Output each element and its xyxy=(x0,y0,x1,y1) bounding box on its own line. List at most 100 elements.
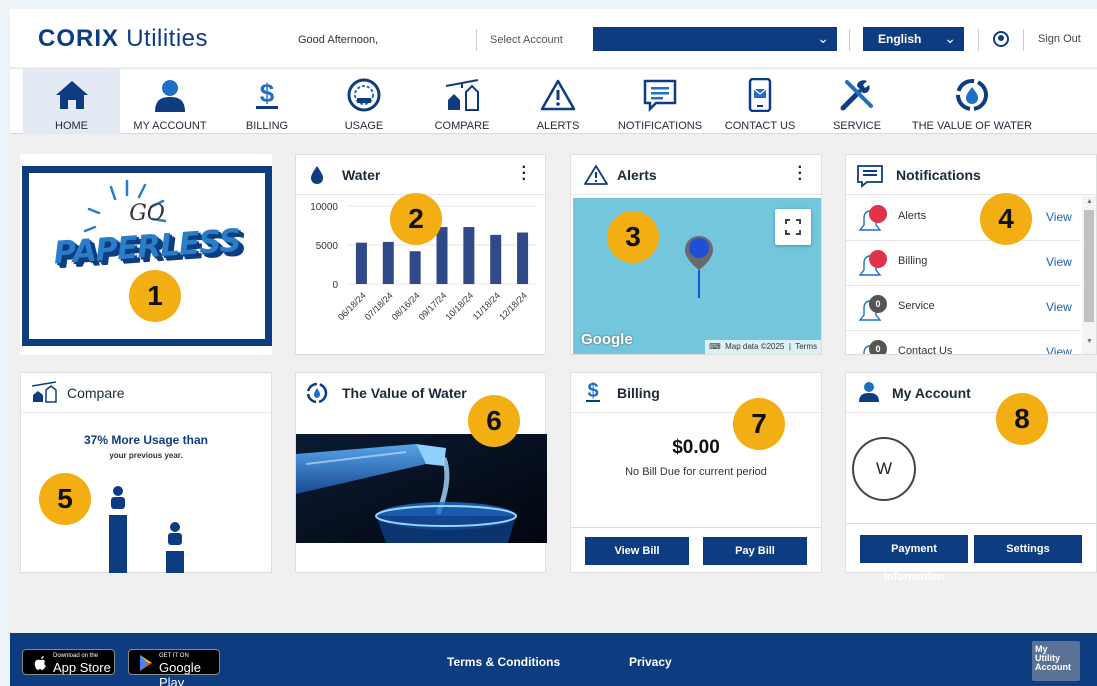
alert-triangle-icon xyxy=(583,164,609,191)
fullscreen-button[interactable] xyxy=(775,209,811,245)
x-tick-label: 11/18/24 xyxy=(471,290,502,321)
step-badge-3: 3 xyxy=(607,211,659,263)
account-select[interactable]: ⌄ xyxy=(593,27,837,51)
nav-label: HOME xyxy=(55,120,88,132)
list-item[interactable]: Billing View xyxy=(846,241,1081,286)
view-bill-button[interactable]: View Bill xyxy=(585,537,689,565)
user-profile-icon[interactable] xyxy=(993,31,1009,47)
water-usage-bar[interactable] xyxy=(517,232,529,284)
nav-home[interactable]: HOME xyxy=(23,69,120,134)
nav-alerts[interactable]: ALERTS xyxy=(510,69,606,134)
nav-usage[interactable]: USAGE xyxy=(314,69,414,134)
value-of-water-card[interactable]: The Value of Water 6 xyxy=(295,372,547,573)
alerts-card-title: Alerts xyxy=(617,167,657,183)
water-card[interactable]: Water · · · 10000 5000 0 06/18/24 07/18/24 08/1… xyxy=(295,154,546,355)
go-paperless-card[interactable]: GO PAPERLESS 1 xyxy=(20,154,272,355)
language-select[interactable]: English ⌄ xyxy=(863,27,964,51)
view-link[interactable]: View xyxy=(1046,345,1072,354)
notifications-list: Alerts View Billing View 0 Service View … xyxy=(846,196,1096,354)
notification-count: 0 xyxy=(875,299,880,309)
nav-value-of-water[interactable]: THE VALUE OF WATER xyxy=(908,69,1036,134)
nav-my-account[interactable]: MY ACCOUNT xyxy=(120,69,220,134)
payment-information-button[interactable]: Payment Information xyxy=(860,535,968,583)
water-usage-bar[interactable] xyxy=(436,227,448,284)
avatar[interactable]: W xyxy=(852,437,916,501)
corix-logo[interactable]: CORIX Utilities xyxy=(38,25,208,53)
view-link[interactable]: View xyxy=(1046,210,1072,224)
notification-label: Alerts xyxy=(898,210,927,222)
nav-label: NOTIFICATIONS xyxy=(617,120,703,132)
water-usage-bar[interactable] xyxy=(490,234,502,284)
list-item[interactable]: 0 Contact Us View xyxy=(846,331,1081,354)
nav-contact-us[interactable]: CONTACT US xyxy=(714,69,806,134)
nav-billing[interactable]: $ BILLING xyxy=(220,69,314,134)
list-item[interactable]: Alerts View xyxy=(846,196,1081,241)
water-usage-bar[interactable] xyxy=(409,251,421,284)
scroll-down-icon[interactable]: ▼ xyxy=(1086,338,1093,345)
divider xyxy=(571,527,821,528)
alerts-map[interactable]: Google ⌨ Map data ©2025 | Terms xyxy=(573,198,821,354)
y-tick-label: 0 xyxy=(332,280,338,291)
more-options-icon[interactable]: · · · xyxy=(798,160,803,188)
notifications-card-title: Notifications xyxy=(896,167,981,183)
alerts-card[interactable]: Alerts · · · Google ⌨ Map data ©2025 | Ter… xyxy=(570,154,822,355)
nav-label: THE VALUE OF WATER xyxy=(911,120,1033,132)
compare-subtext: your previous year. xyxy=(109,451,183,460)
water-usage-bar[interactable] xyxy=(355,242,367,284)
compare-card[interactable]: Compare 37% More Usage than your previou… xyxy=(20,372,272,573)
x-tick-label: 07/18/24 xyxy=(363,290,395,322)
map-terms-link[interactable]: Terms xyxy=(795,342,817,351)
nav-service[interactable]: SERVICE xyxy=(806,69,908,134)
sign-out-link[interactable]: Sign Out xyxy=(1038,33,1081,45)
x-tick-label: 06/18/24 xyxy=(336,290,368,322)
notification-count: 0 xyxy=(875,344,880,354)
list-item[interactable]: 0 Service View xyxy=(846,286,1081,331)
step-badge-4: 4 xyxy=(980,193,1032,245)
scrollbar-thumb[interactable] xyxy=(1084,210,1094,322)
fullscreen-icon xyxy=(785,219,801,235)
scrollbar[interactable]: ▲ ▼ xyxy=(1082,196,1096,354)
notification-label: Billing xyxy=(898,255,928,267)
billing-card-header: $ Billing xyxy=(571,373,821,413)
more-options-icon[interactable]: · · · xyxy=(522,160,527,188)
settings-button[interactable]: Settings xyxy=(974,535,1082,563)
water-usage-bar[interactable] xyxy=(463,227,475,284)
step-badge-2: 2 xyxy=(390,193,442,245)
terms-link[interactable]: Terms & Conditions xyxy=(447,655,560,669)
my-account-card-header: My Account xyxy=(846,373,1096,413)
privacy-link[interactable]: Privacy xyxy=(629,655,672,669)
notifications-card[interactable]: Notifications Alerts View Billing View 0… xyxy=(845,154,1097,355)
water-card-title: Water xyxy=(342,167,381,183)
step-badge-5: 5 xyxy=(39,473,91,525)
step-badge-6: 6 xyxy=(468,395,520,447)
message-icon xyxy=(856,164,884,193)
divider xyxy=(476,29,477,51)
google-play-button[interactable]: GET IT ON Google Play xyxy=(128,649,220,686)
view-link[interactable]: View xyxy=(1046,255,1072,269)
view-link[interactable]: View xyxy=(1046,300,1072,314)
nav-label: MY ACCOUNT xyxy=(133,120,207,132)
top-bar: CORIX Utilities Good Afternoon, Select A… xyxy=(10,9,1097,67)
nav-compare[interactable]: COMPARE xyxy=(414,69,510,134)
compare-headline: 37% More Usage than xyxy=(83,433,209,447)
compare-card-header: Compare xyxy=(21,373,271,413)
water-usage-bar[interactable] xyxy=(382,241,394,284)
pay-bill-button[interactable]: Pay Bill xyxy=(703,537,807,565)
app-store-button[interactable]: Download on the App Store xyxy=(22,649,115,675)
nav-label: ALERTS xyxy=(536,120,580,132)
my-account-card[interactable]: My Account W Payment Information Setting… xyxy=(845,372,1097,583)
greeting: Good Afternoon, xyxy=(298,34,379,46)
keyboard-icon[interactable]: ⌨ xyxy=(709,342,721,351)
billing-card[interactable]: $ Billing $0.00 No Bill Due for current … xyxy=(570,372,822,573)
scroll-up-icon[interactable]: ▲ xyxy=(1086,198,1093,205)
value-of-water-title: The Value of Water xyxy=(342,385,467,401)
my-utility-account-logo[interactable]: My Utility Account xyxy=(1032,641,1080,681)
compare-houses-icon xyxy=(414,77,510,113)
divider xyxy=(1023,29,1024,51)
google-play-small-text: GET IT ON xyxy=(159,653,189,659)
home-icon xyxy=(23,77,120,113)
select-account-label: Select Account xyxy=(490,34,563,46)
map-pin-icon[interactable] xyxy=(679,230,719,300)
nav-notifications[interactable]: NOTIFICATIONS xyxy=(606,69,714,134)
notifications-card-header: Notifications xyxy=(846,155,1096,195)
